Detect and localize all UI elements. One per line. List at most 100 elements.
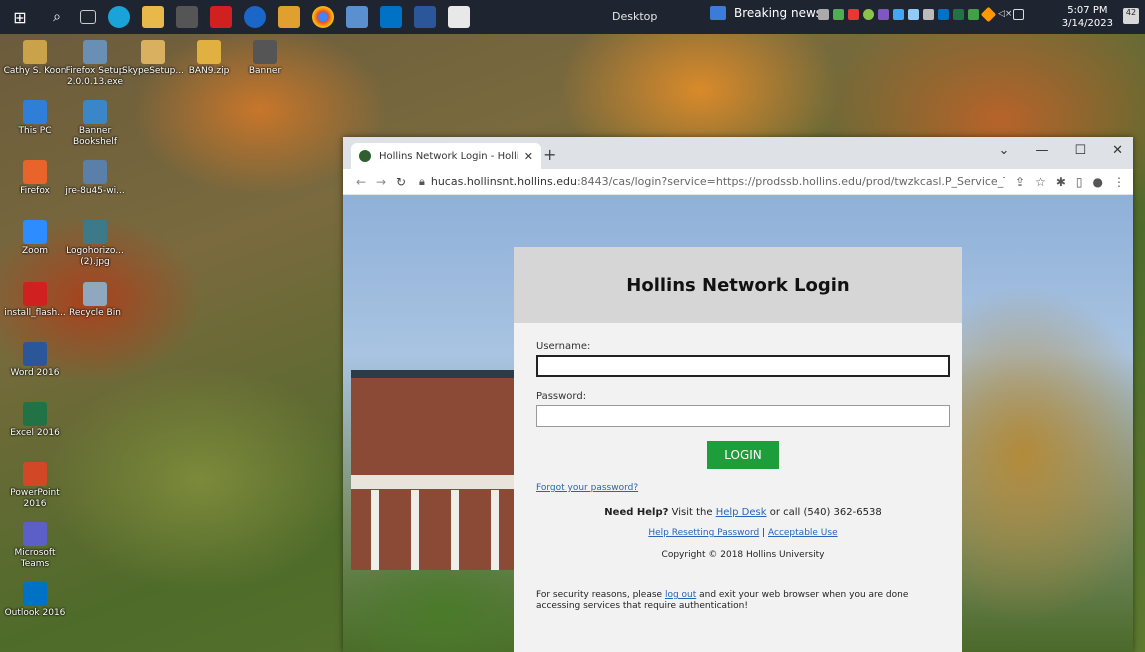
page-viewport: Hollins Network Login Username: Password… (343, 195, 1133, 652)
hollins-favicon-icon (359, 150, 371, 162)
notification-icon[interactable]: 42 (1123, 8, 1139, 24)
back-icon[interactable]: ← (351, 175, 371, 189)
desktop-icon[interactable]: Word 2016 (0, 342, 70, 379)
desktop-icon[interactable]: Banner Bookshelf (60, 100, 130, 148)
side-panel-icon[interactable]: ▯ (1076, 175, 1083, 189)
network-drive-icon[interactable] (346, 6, 368, 28)
keyboard-icon[interactable] (1013, 9, 1024, 20)
chrome-icon[interactable] (312, 6, 334, 28)
password-input[interactable] (536, 405, 950, 427)
menu-kebab-icon[interactable]: ⋮ (1113, 175, 1125, 189)
edge-icon[interactable] (108, 6, 130, 28)
desktop-icon[interactable]: Logohorizo... (2).jpg (60, 220, 130, 268)
tray-check-icon[interactable] (863, 9, 874, 20)
desktop-icon-label: Excel 2016 (10, 428, 60, 438)
calculator-icon[interactable] (176, 6, 198, 28)
security-notice: For security reasons, please log out and… (536, 590, 936, 612)
extensions-icon[interactable]: ✱ (1056, 175, 1066, 189)
desktop-app-icon (23, 402, 47, 426)
password-label: Password: (536, 391, 587, 402)
search-icon[interactable]: ⌕ (46, 6, 68, 28)
desktop-icon-label: Banner (248, 66, 282, 76)
desktop-app-icon (23, 582, 47, 606)
link-separator: | (759, 528, 768, 538)
desktop-icon[interactable]: Banner (230, 40, 300, 77)
username-input[interactable] (536, 355, 950, 377)
log-out-link[interactable]: log out (665, 590, 696, 600)
desktop-app-icon (197, 40, 221, 64)
profile-avatar-icon[interactable]: ● (1093, 175, 1103, 189)
desktop-app-icon (141, 40, 165, 64)
browser-window: Hollins Network Login - Hollins U ✕ + ⌄ … (343, 137, 1133, 652)
desktop-icon[interactable]: Recycle Bin (60, 282, 130, 319)
desktop-app-icon (23, 100, 47, 124)
desktop-app-icon (23, 220, 47, 244)
tab-title: Hollins Network Login - Hollins U (379, 150, 518, 162)
clock-date: 3/14/2023 (1061, 18, 1113, 29)
desktop-toolbar-label[interactable]: Desktop (612, 10, 657, 23)
tray-flag-icon[interactable] (848, 9, 859, 20)
volume-icon[interactable]: ◁× (998, 9, 1012, 20)
tray-excel-icon[interactable] (953, 9, 964, 20)
desktop-app-icon (23, 40, 47, 64)
taskbar-clock[interactable]: 5:07 PM 3/14/2023 (1062, 4, 1113, 30)
app-icon[interactable] (244, 6, 266, 28)
help-resetting-password-link[interactable]: Help Resetting Password (648, 528, 759, 538)
tray-printer-icon[interactable] (818, 9, 829, 20)
desktop-app-icon (83, 220, 107, 244)
window-controls: ⌄ — ☐ ✕ (999, 143, 1123, 158)
copyright-text: Copyright © 2018 Hollins University (661, 550, 825, 560)
desktop-icon[interactable]: Outlook 2016 (0, 582, 70, 619)
desktop-icon-label: Recycle Bin (69, 308, 121, 318)
file-explorer-icon[interactable] (142, 6, 164, 28)
tray-diamond-icon[interactable] (980, 6, 997, 23)
browser-toolbar: ⇪ ☆ ✱ ▯ ● ⋮ (1015, 175, 1125, 189)
desktop-icon[interactable]: Excel 2016 (0, 402, 70, 439)
login-header: Hollins Network Login (514, 247, 962, 323)
news-icon (710, 6, 726, 20)
desktop-icon[interactable]: PowerPoint 2016 (0, 462, 70, 510)
task-view-icon[interactable] (80, 10, 96, 24)
news-widget[interactable]: Breaking news (710, 6, 822, 20)
acceptable-use-link[interactable]: Acceptable Use (768, 528, 838, 538)
word-icon[interactable] (414, 6, 436, 28)
document-icon[interactable] (448, 6, 470, 28)
browser-titlebar: Hollins Network Login - Hollins U ✕ + ⌄ … (343, 137, 1133, 169)
browser-tab[interactable]: Hollins Network Login - Hollins U ✕ (351, 143, 541, 169)
tray-cloud-icon[interactable] (893, 9, 904, 20)
page-title: Hollins Network Login (626, 274, 850, 296)
tray-teams-icon[interactable] (878, 9, 889, 20)
close-window-icon[interactable]: ✕ (1112, 143, 1123, 158)
maximize-icon[interactable]: ☐ (1074, 143, 1086, 158)
desktop-icon-label: PowerPoint 2016 (10, 488, 60, 509)
desktop-app-icon (83, 100, 107, 124)
desktop-icon-label: jre-8u45-wi... (65, 186, 125, 196)
close-tab-icon[interactable]: ✕ (524, 150, 533, 163)
desktop-app-icon (23, 522, 47, 546)
desktop-icon-label: Outlook 2016 (4, 608, 66, 618)
news-label: Breaking news (734, 6, 823, 20)
tray-outlook-icon[interactable] (938, 9, 949, 20)
tray-app-icon[interactable] (833, 9, 844, 20)
acrobat-icon[interactable] (210, 6, 232, 28)
tray-shield-icon[interactable] (968, 9, 979, 20)
folder-icon[interactable] (278, 6, 300, 28)
forward-icon[interactable]: → (371, 175, 391, 189)
url-field[interactable]: 🔒︎ hucas.hollinsnt.hollins.edu:8443/cas/l… (419, 175, 1005, 189)
tray-onedrive-icon[interactable] (908, 9, 919, 20)
login-button[interactable]: LOGIN (707, 441, 779, 469)
reload-icon[interactable]: ↻ (391, 175, 411, 189)
minimize-icon[interactable]: — (1035, 143, 1048, 158)
windows-start-icon[interactable]: ⊞ (6, 6, 34, 28)
share-icon[interactable]: ⇪ (1015, 175, 1025, 189)
outlook-icon[interactable] (380, 6, 402, 28)
new-tab-icon[interactable]: + (543, 145, 556, 164)
bookmark-star-icon[interactable]: ☆ (1035, 175, 1046, 189)
lock-icon[interactable]: 🔒︎ (419, 175, 425, 188)
forgot-password-link[interactable]: Forgot your password? (536, 483, 950, 493)
tray-mail-icon[interactable] (923, 9, 934, 20)
desktop-icon[interactable]: jre-8u45-wi... (60, 160, 130, 197)
help-desk-link[interactable]: Help Desk (716, 507, 767, 518)
desktop-icon[interactable]: Microsoft Teams (0, 522, 70, 570)
tab-search-icon[interactable]: ⌄ (999, 143, 1010, 158)
